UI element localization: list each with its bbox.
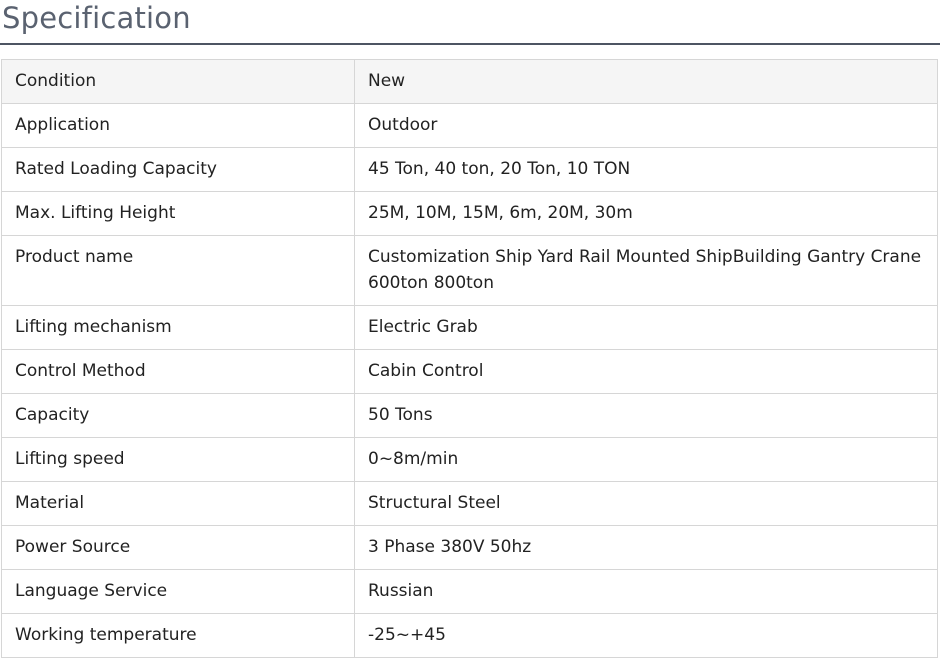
table-row: Application Outdoor	[1, 103, 938, 148]
row-value: Cabin Control	[354, 349, 938, 394]
row-value: Electric Grab	[354, 305, 938, 350]
row-value: 0~8m/min	[354, 437, 938, 482]
row-value: 50 Tons	[354, 393, 938, 438]
row-value: 25M, 10M, 15M, 6m, 20M, 30m	[354, 191, 938, 236]
table-row: Rated Loading Capacity 45 Ton, 40 ton, 2…	[1, 147, 938, 192]
table-row: Capacity 50 Tons	[1, 393, 938, 438]
table-row: Power Source 3 Phase 380V 50hz	[1, 525, 938, 570]
row-value: Customization Ship Yard Rail Mounted Shi…	[354, 235, 938, 306]
row-label: Product name	[1, 235, 355, 306]
row-label: Capacity	[1, 393, 355, 438]
specification-table: Condition New Application Outdoor Rated …	[1, 59, 938, 658]
page-title: Specification	[2, 1, 191, 35]
table-row: Condition New	[1, 59, 938, 104]
row-value: -25~+45	[354, 613, 938, 658]
row-label: Power Source	[1, 525, 355, 570]
row-label: Language Service	[1, 569, 355, 614]
row-label: Working temperature	[1, 613, 355, 658]
row-value: Outdoor	[354, 103, 938, 148]
row-label: Condition	[1, 59, 355, 104]
row-value: Russian	[354, 569, 938, 614]
row-value: New	[354, 59, 938, 104]
table-row: Max. Lifting Height 25M, 10M, 15M, 6m, 2…	[1, 191, 938, 236]
table-row: Working temperature -25~+45	[1, 613, 938, 658]
row-value: 45 Ton, 40 ton, 20 Ton, 10 TON	[354, 147, 938, 192]
table-row: Language Service Russian	[1, 569, 938, 614]
row-label: Lifting speed	[1, 437, 355, 482]
row-label: Rated Loading Capacity	[1, 147, 355, 192]
row-label: Application	[1, 103, 355, 148]
row-value: Structural Steel	[354, 481, 938, 526]
title-divider	[0, 43, 940, 45]
table-row: Control Method Cabin Control	[1, 349, 938, 394]
table-row: Lifting speed 0~8m/min	[1, 437, 938, 482]
row-label: Lifting mechanism	[1, 305, 355, 350]
row-value: 3 Phase 380V 50hz	[354, 525, 938, 570]
table-row: Lifting mechanism Electric Grab	[1, 305, 938, 350]
table-row: Material Structural Steel	[1, 481, 938, 526]
row-label: Max. Lifting Height	[1, 191, 355, 236]
row-label: Control Method	[1, 349, 355, 394]
table-row: Product name Customization Ship Yard Rai…	[1, 235, 938, 306]
row-label: Material	[1, 481, 355, 526]
